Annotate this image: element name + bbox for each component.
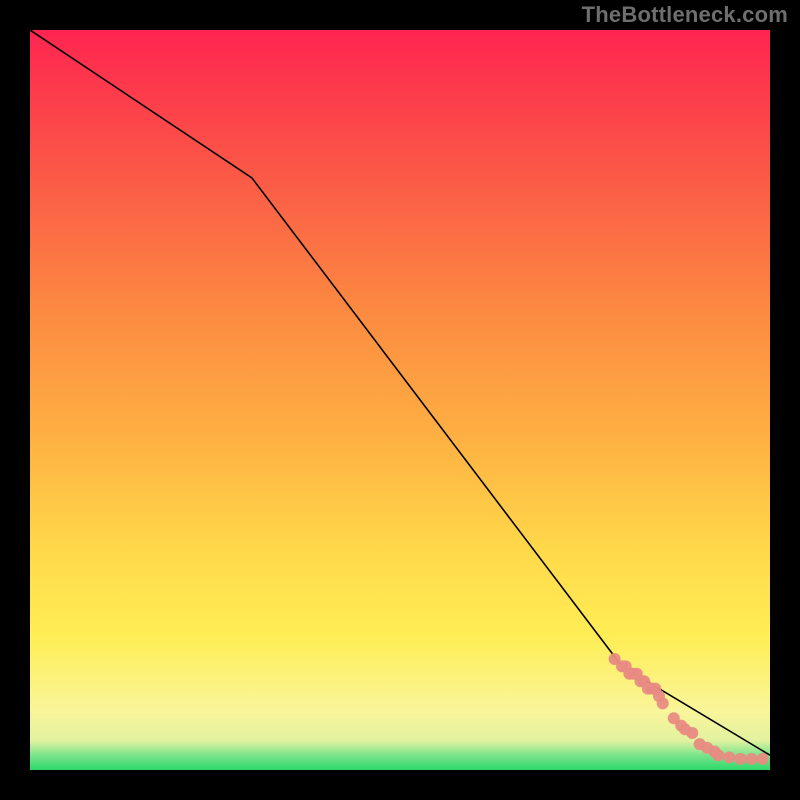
chart-canvas bbox=[30, 30, 770, 770]
scatter-point bbox=[757, 753, 769, 765]
watermark-label: TheBottleneck.com bbox=[582, 2, 788, 28]
scatter-point bbox=[686, 727, 698, 739]
chart-stage: TheBottleneck.com bbox=[0, 0, 800, 800]
scatter-point bbox=[723, 751, 735, 763]
scatter-point bbox=[734, 753, 746, 765]
scatter-point bbox=[746, 753, 758, 765]
plot-background bbox=[30, 30, 770, 770]
scatter-point bbox=[712, 749, 724, 761]
scatter-point bbox=[657, 697, 669, 709]
